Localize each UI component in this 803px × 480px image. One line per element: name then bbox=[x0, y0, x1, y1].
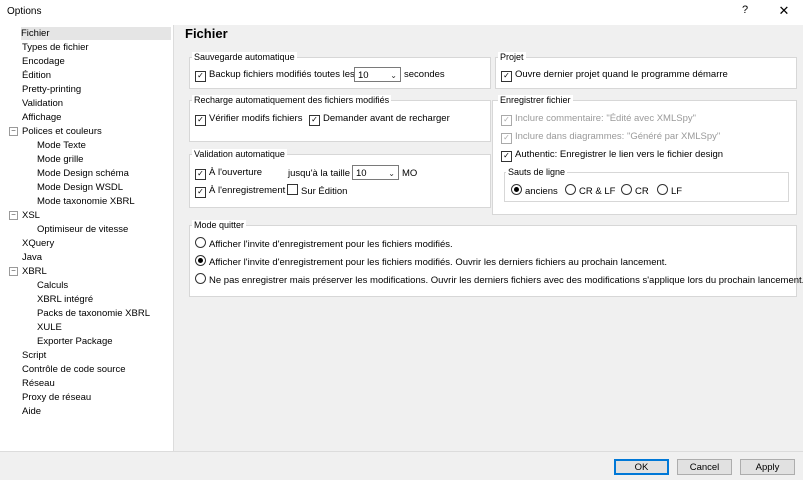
save-file-group-label: Enregistrer fichier bbox=[498, 95, 573, 105]
validation-group bbox=[189, 154, 491, 208]
tree-item-aide[interactable]: Aide bbox=[22, 405, 41, 418]
include-diagrams-checkbox: ✓ Inclure dans diagrammes: "Généré par XM… bbox=[501, 130, 720, 144]
tree-item-types-de-fichier[interactable]: Types de fichier bbox=[22, 41, 89, 54]
checkbox-checked-icon: ✓ bbox=[309, 115, 320, 126]
tree-item-mode-grille[interactable]: Mode grille bbox=[37, 153, 83, 166]
chevron-down-icon: ⌄ bbox=[390, 71, 397, 80]
tree-item-mode-taxonomie-xbrl[interactable]: Mode taxonomie XBRL bbox=[37, 195, 135, 208]
tree-item-fichier[interactable]: Fichier bbox=[21, 27, 171, 40]
verify-changes-checkbox[interactable]: ✓ Vérifier modifs fichiers bbox=[195, 112, 302, 126]
size-unit: MO bbox=[402, 168, 418, 179]
tree-item-xbrl[interactable]: XBRL bbox=[22, 265, 47, 278]
tree-item-exporter-package[interactable]: Exporter Package bbox=[37, 335, 113, 348]
radio-unselected-icon bbox=[195, 237, 206, 248]
radio-unselected-icon bbox=[621, 184, 632, 195]
tree-item-optimiseur-de-vitesse[interactable]: Optimiseur de vitesse bbox=[37, 223, 128, 236]
checkbox-checked-icon: ✓ bbox=[195, 187, 206, 198]
window-title: Options bbox=[7, 6, 42, 17]
close-icon[interactable]: ✕ bbox=[773, 2, 795, 20]
backup-interval-select[interactable]: 10 ⌄ bbox=[354, 67, 401, 82]
authentic-link-checkbox[interactable]: ✓ Authentic: Enregistrer le lien vers le … bbox=[501, 148, 723, 162]
ok-button[interactable]: OK bbox=[614, 459, 669, 475]
checkbox-checked-icon: ✓ bbox=[501, 115, 512, 126]
line-breaks-group-label: Sauts de ligne bbox=[506, 167, 568, 177]
radio-selected-icon bbox=[195, 255, 206, 266]
tree-item-script[interactable]: Script bbox=[22, 349, 46, 362]
tree-item-encodage[interactable]: Encodage bbox=[22, 55, 65, 68]
tree-item-mode-texte[interactable]: Mode Texte bbox=[37, 139, 86, 152]
exit-mode-radio-prompt[interactable]: Afficher l'invite d'enregistrement pour … bbox=[195, 237, 453, 250]
tree-item-pretty-printing[interactable]: Pretty-printing bbox=[22, 83, 81, 96]
tree-item-xquery[interactable]: XQuery bbox=[22, 237, 54, 250]
tree-item-edition[interactable]: Édition bbox=[22, 69, 51, 82]
open-last-project-checkbox[interactable]: ✓ Ouvre dernier projet quand le programme… bbox=[501, 68, 728, 82]
collapse-icon[interactable]: − bbox=[9, 211, 18, 220]
dialog-button-bar: OK Cancel Apply bbox=[0, 451, 803, 480]
validate-on-save-checkbox[interactable]: ✓ À l'enregistrement bbox=[195, 184, 285, 198]
autosave-group-label: Sauvegarde automatique bbox=[192, 52, 297, 62]
collapse-icon[interactable]: − bbox=[9, 267, 18, 276]
apply-button[interactable]: Apply bbox=[740, 459, 795, 475]
tree-item-controle-de-code-source[interactable]: Contrôle de code source bbox=[22, 363, 126, 376]
tree-item-validation[interactable]: Validation bbox=[22, 97, 63, 110]
tree-item-polices-et-couleurs[interactable]: Polices et couleurs bbox=[22, 125, 102, 138]
tree-item-affichage[interactable]: Affichage bbox=[22, 111, 61, 124]
tree-item-mode-design-schema[interactable]: Mode Design schéma bbox=[37, 167, 129, 180]
exit-mode-radio-preserve[interactable]: Ne pas enregistrer mais préserver les mo… bbox=[195, 273, 803, 286]
tree-item-xbrl-integre[interactable]: XBRL intégré bbox=[37, 293, 93, 306]
checkbox-unchecked-icon bbox=[287, 184, 298, 195]
exit-mode-radio-prompt-reopen[interactable]: Afficher l'invite d'enregistrement pour … bbox=[195, 255, 667, 268]
project-group-label: Projet bbox=[498, 52, 526, 62]
size-limit-select[interactable]: 10 ⌄ bbox=[352, 165, 399, 180]
radio-unselected-icon bbox=[657, 184, 668, 195]
tree-item-packs-de-taxonomie-xbrl[interactable]: Packs de taxonomie XBRL bbox=[37, 307, 150, 320]
checkbox-checked-icon: ✓ bbox=[195, 71, 206, 82]
tree-item-mode-design-wsdl[interactable]: Mode Design WSDL bbox=[37, 181, 123, 194]
size-limit-label: jusqu'à la taille bbox=[288, 168, 351, 179]
validate-on-open-checkbox[interactable]: ✓ À l'ouverture bbox=[195, 166, 262, 180]
options-tree[interactable]: Fichier Types de fichier Encodage Éditio… bbox=[1, 25, 174, 451]
validate-on-edit-checkbox[interactable]: Sur Édition bbox=[287, 184, 347, 197]
line-break-radio-cr[interactable]: CR bbox=[621, 184, 649, 197]
line-break-radio-anciens[interactable]: anciens bbox=[511, 184, 558, 197]
checkbox-checked-icon: ✓ bbox=[501, 151, 512, 162]
tree-item-xsl[interactable]: XSL bbox=[22, 209, 40, 222]
reload-group-label: Recharge automatiquement des fichiers mo… bbox=[192, 95, 392, 105]
radio-unselected-icon bbox=[195, 273, 206, 284]
line-break-radio-crlf[interactable]: CR & LF bbox=[565, 184, 615, 197]
validation-group-label: Validation automatique bbox=[192, 149, 287, 159]
tree-item-reseau[interactable]: Réseau bbox=[22, 377, 55, 390]
radio-unselected-icon bbox=[565, 184, 576, 195]
exit-mode-group-label: Mode quitter bbox=[192, 220, 247, 230]
checkbox-checked-icon: ✓ bbox=[195, 169, 206, 180]
collapse-icon[interactable]: − bbox=[9, 127, 18, 136]
title-bar: Options ? ✕ bbox=[0, 0, 803, 24]
tree-item-xule[interactable]: XULE bbox=[37, 321, 62, 334]
checkbox-checked-icon: ✓ bbox=[195, 115, 206, 126]
backup-checkbox[interactable]: ✓ Backup fichiers modifiés toutes les bbox=[195, 68, 355, 82]
backup-interval-unit: secondes bbox=[404, 69, 445, 80]
tree-item-proxy-de-reseau[interactable]: Proxy de réseau bbox=[22, 391, 91, 404]
ask-before-reload-checkbox[interactable]: ✓ Demander avant de recharger bbox=[309, 112, 450, 126]
tree-item-calculs[interactable]: Calculs bbox=[37, 279, 68, 292]
checkbox-checked-icon: ✓ bbox=[501, 133, 512, 144]
checkbox-checked-icon: ✓ bbox=[501, 71, 512, 82]
include-comment-checkbox: ✓ Inclure commentaire: "Édité avec XMLSpy… bbox=[501, 112, 696, 126]
line-break-radio-lf[interactable]: LF bbox=[657, 184, 682, 197]
tree-item-java[interactable]: Java bbox=[22, 251, 42, 264]
chevron-down-icon: ⌄ bbox=[388, 169, 395, 178]
cancel-button[interactable]: Cancel bbox=[677, 459, 732, 475]
page-title: Fichier bbox=[185, 26, 228, 41]
help-icon[interactable]: ? bbox=[742, 4, 748, 16]
radio-selected-icon bbox=[511, 184, 522, 195]
